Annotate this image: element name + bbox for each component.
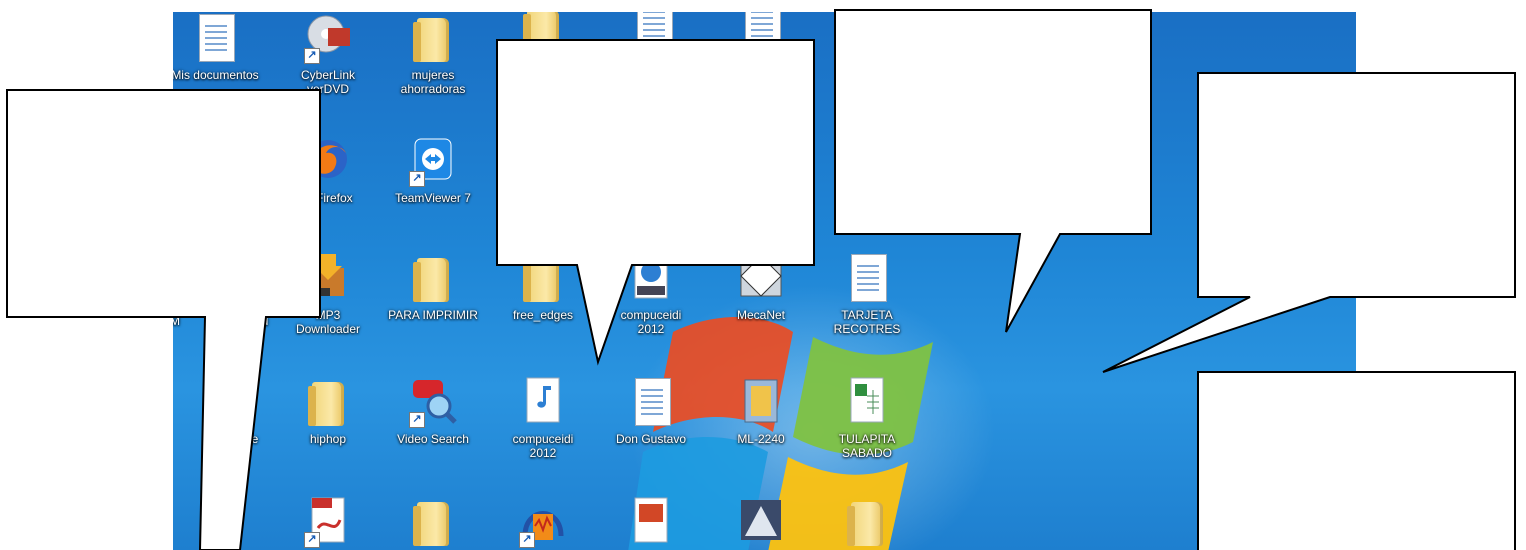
text-box-bottom-right	[1197, 371, 1516, 550]
